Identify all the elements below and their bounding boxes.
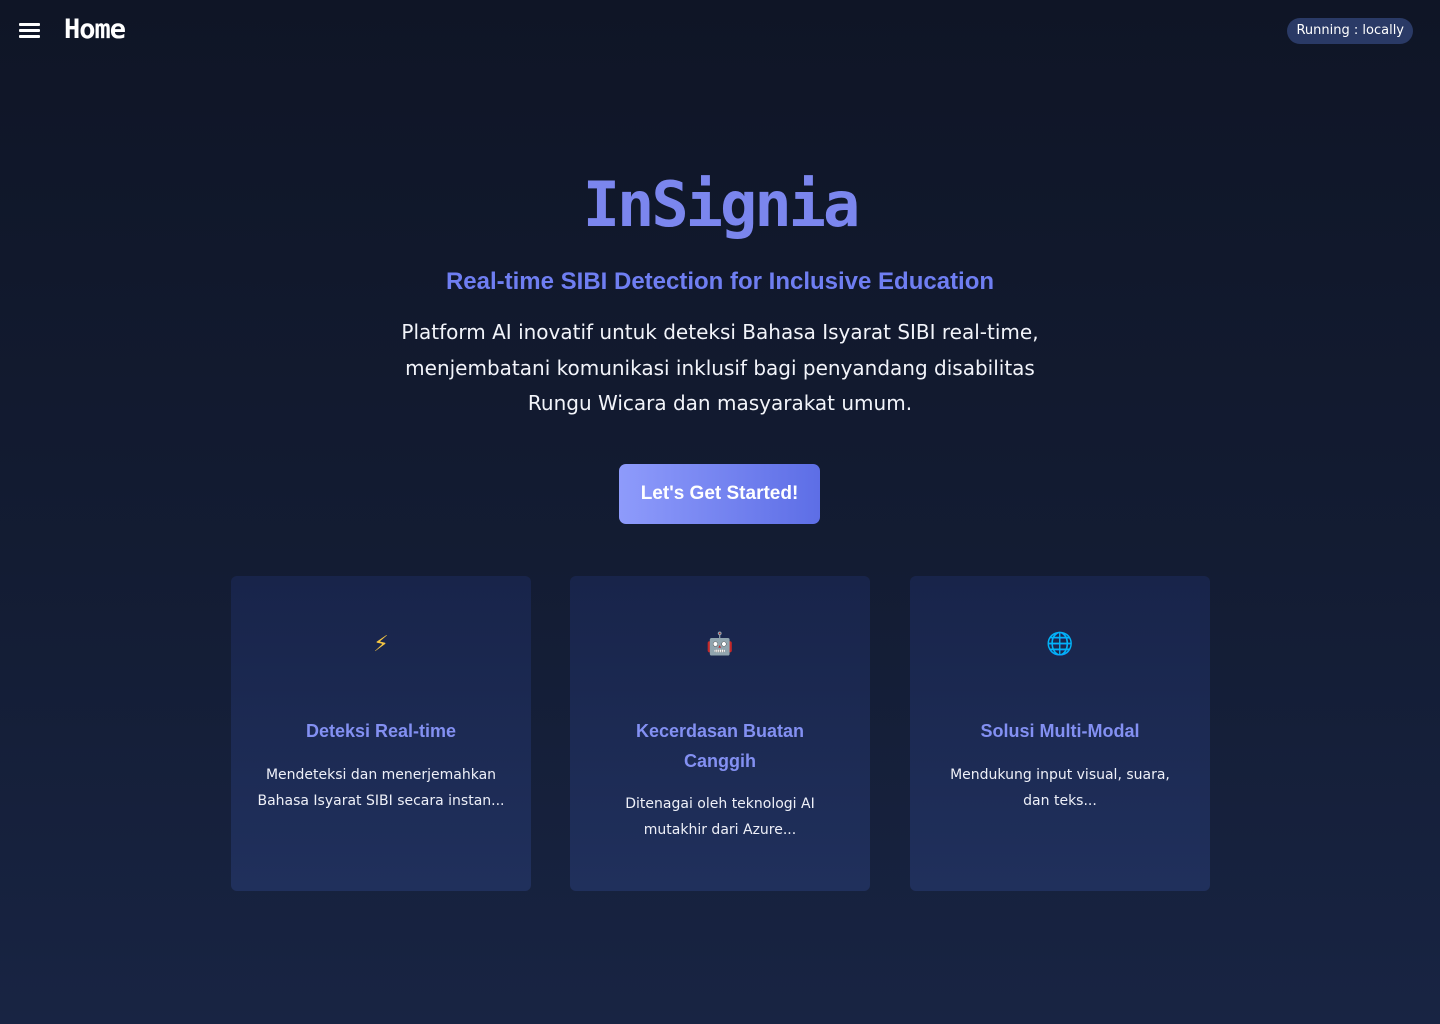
feature-description: Mendeteksi dan menerjemahkan Bahasa Isya…	[257, 767, 505, 809]
get-started-button[interactable]: Let's Get Started!	[619, 464, 820, 524]
hamburger-menu-icon[interactable]	[19, 21, 41, 39]
feature-card-ai: 🤖 Kecerdasan Buatan Canggih Ditenagai ol…	[570, 576, 870, 891]
hero-tagline: Real-time SIBI Detection for Inclusive E…	[445, 268, 995, 295]
hero-description: Platform AI inovatif untuk deteksi Bahas…	[401, 320, 1039, 415]
page-title: Home	[64, 14, 126, 45]
feature-description: Mendukung input visual, suara, dan teks.…	[950, 767, 1170, 809]
robot-icon: 🤖	[706, 632, 734, 657]
feature-title: Solusi Multi-Modal	[980, 721, 1140, 741]
feature-title: Deteksi Real-time	[305, 721, 457, 741]
lightning-icon: ⚡	[373, 632, 389, 657]
feature-card-multimodal: 🌐 Solusi Multi-Modal Mendukung input vis…	[910, 576, 1210, 891]
feature-card-realtime: ⚡ Deteksi Real-time Mendeteksi dan mener…	[231, 576, 531, 891]
feature-description: Ditenagai oleh teknologi AI mutakhir dar…	[625, 796, 815, 838]
top-bar: Home Running : locally	[0, 0, 1440, 62]
globe-icon: 🌐	[1046, 632, 1074, 657]
status-badge: Running : locally	[1287, 18, 1413, 44]
brand-logo-text: InSignia	[582, 168, 861, 241]
feature-title: Kecerdasan Buatan Canggih	[635, 721, 805, 771]
